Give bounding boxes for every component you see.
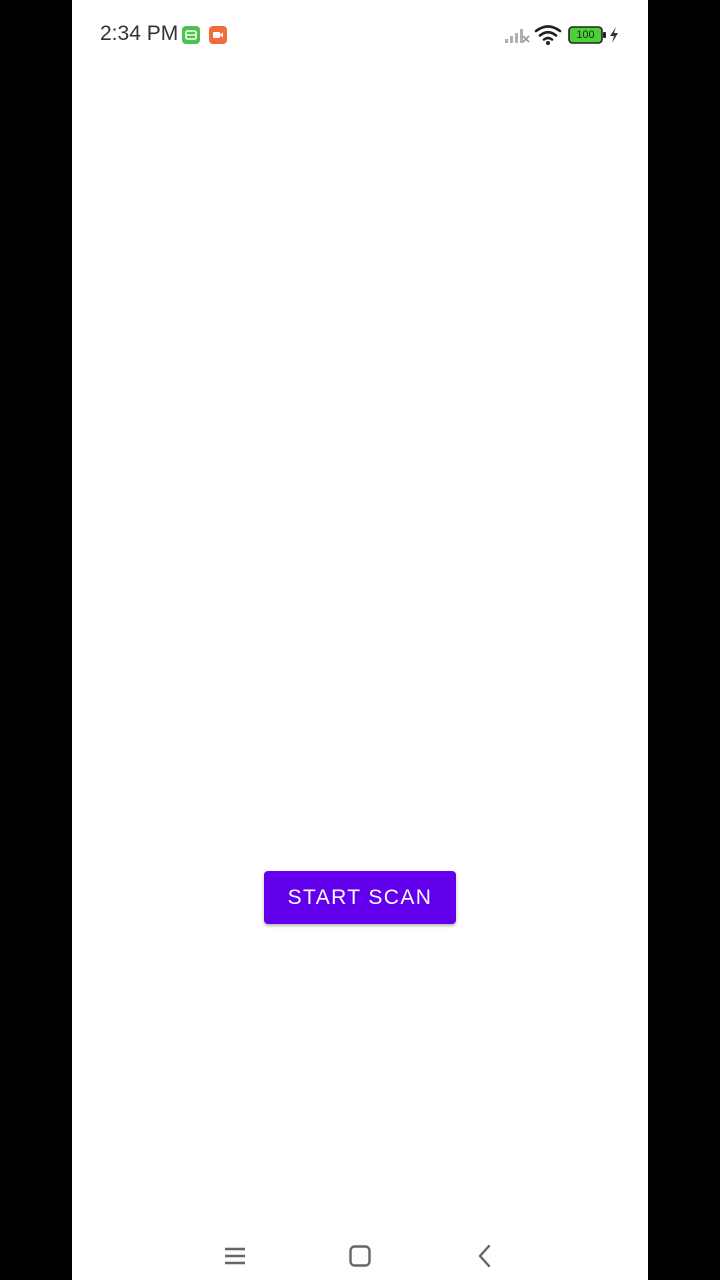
wifi-icon: [534, 25, 562, 45]
home-button[interactable]: [336, 1232, 384, 1280]
home-icon: [349, 1245, 371, 1267]
battery-level-text: 100: [576, 29, 595, 41]
app-screen: 2:34 PM 100 START SCAN: [72, 0, 648, 1280]
menu-button[interactable]: [211, 1232, 259, 1280]
back-icon: [478, 1244, 491, 1268]
charging-bolt-icon: [610, 27, 618, 43]
back-button[interactable]: [461, 1232, 509, 1280]
status-time: 2:34 PM: [100, 22, 179, 45]
menu-icon: [225, 1247, 245, 1265]
signal-off-icon: [505, 29, 530, 43]
orange-video-notification-icon: [209, 26, 227, 44]
green-app-notification-icon: [182, 26, 200, 44]
navigation-bar: [72, 1210, 648, 1280]
start-scan-button[interactable]: START SCAN: [264, 871, 456, 924]
battery-icon: 100: [568, 26, 608, 44]
